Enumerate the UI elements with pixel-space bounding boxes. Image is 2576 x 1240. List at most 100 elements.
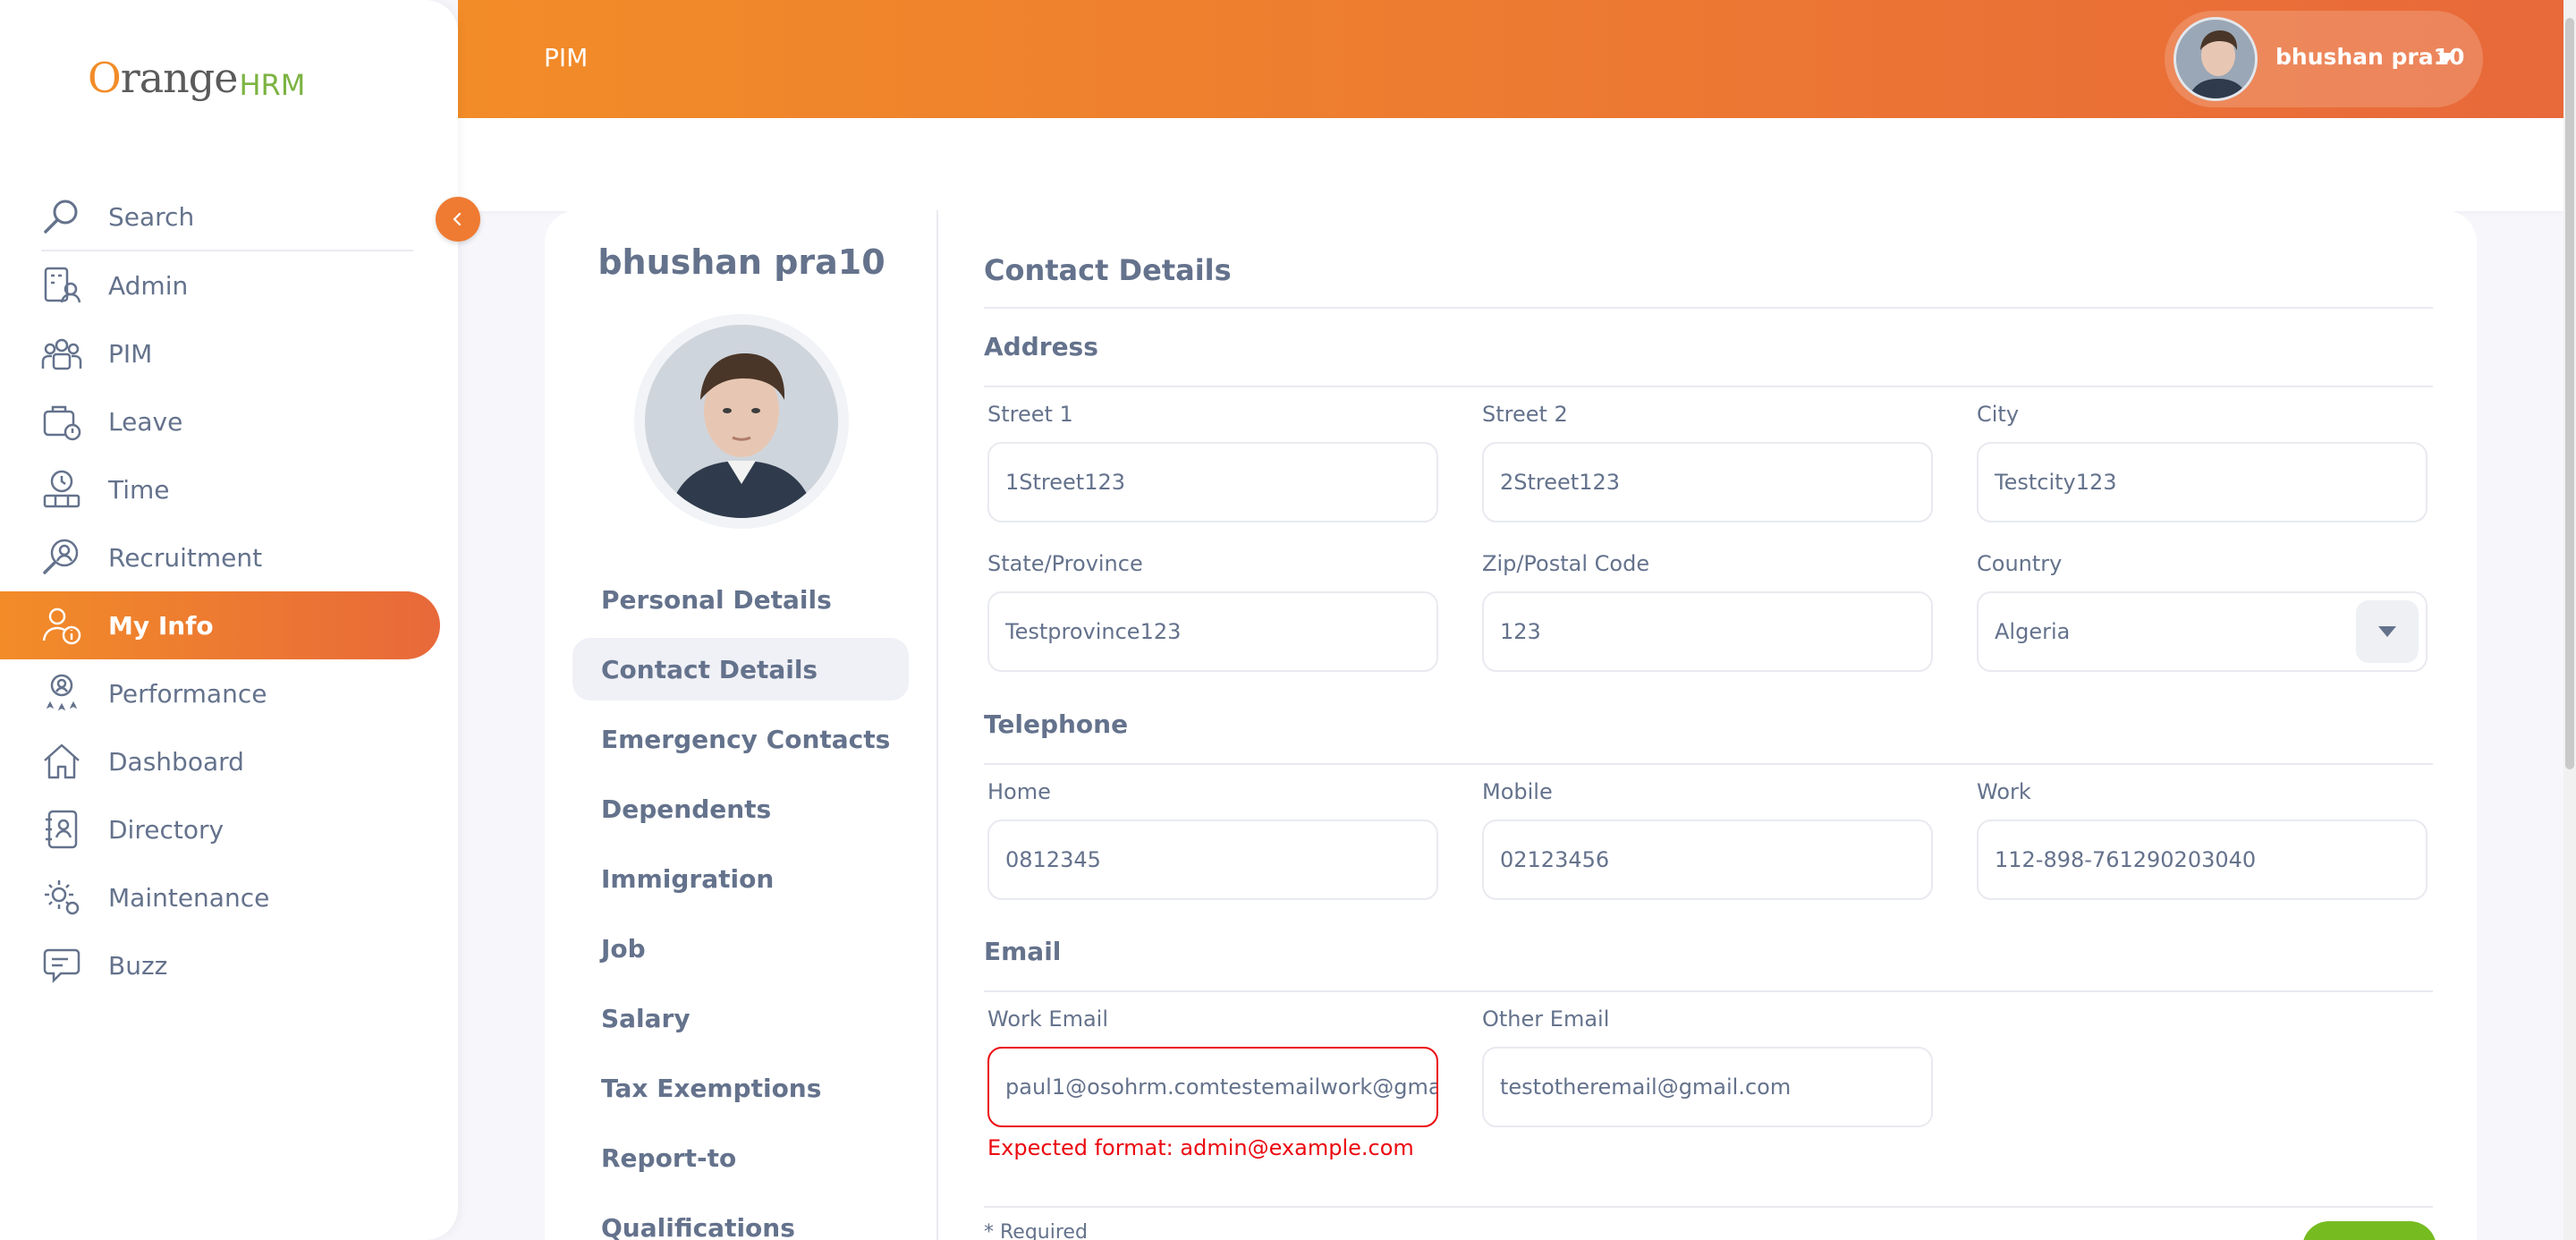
- performance-icon: [46, 674, 78, 711]
- email-heading: Email: [984, 937, 1062, 966]
- search-icon: [44, 200, 78, 234]
- tab-immigration[interactable]: Immigration: [572, 847, 909, 910]
- sidebar-item-maintenance[interactable]: Maintenance: [0, 863, 440, 931]
- top-header: PIM bhushan pra10: [458, 0, 2563, 118]
- sidebar-item-label: Admin: [108, 270, 189, 301]
- tab-report-to[interactable]: Report-to: [572, 1126, 909, 1189]
- home-phone-label: Home: [987, 779, 1051, 804]
- sidebar-item-directory[interactable]: Directory: [0, 795, 440, 863]
- sidebar-collapse-button[interactable]: [436, 197, 480, 242]
- sidebar-item-buzz[interactable]: Buzz: [0, 931, 440, 999]
- country-selected-value: Algeria: [1995, 619, 2071, 644]
- page-title: PIM: [544, 43, 589, 72]
- main-menu: Search Admin PIM Leave Time Recruitment …: [0, 183, 458, 999]
- menu-search[interactable]: Search: [41, 183, 413, 251]
- sidebar-item-dashboard[interactable]: Dashboard: [0, 727, 440, 795]
- tab-personal-details[interactable]: Personal Details: [572, 568, 909, 631]
- sidebar-item-label: My Info: [108, 610, 214, 641]
- directory-icon: [46, 810, 78, 849]
- work-phone-label: Work: [1977, 779, 2031, 804]
- employee-photo[interactable]: [645, 325, 838, 518]
- street2-input[interactable]: 2Street123: [1482, 442, 1933, 522]
- telephone-heading: Telephone: [984, 709, 1129, 739]
- other-email-label: Other Email: [1482, 1006, 1610, 1032]
- sidebar-item-my-info[interactable]: My Info: [0, 591, 440, 659]
- state-input[interactable]: Testprovince123: [987, 591, 1438, 672]
- mobile-phone-label: Mobile: [1482, 779, 1553, 804]
- telephone-divider: [984, 763, 2433, 765]
- sidebar-item-label: Time: [108, 474, 170, 505]
- mobile-phone-input[interactable]: 02123456: [1482, 820, 1933, 900]
- street1-label: Street 1: [987, 402, 1073, 427]
- leave-icon: [43, 405, 81, 441]
- sidebar-item-label: Recruitment: [108, 542, 263, 573]
- search-label: Search: [108, 201, 195, 232]
- save-button[interactable]: [2302, 1221, 2436, 1240]
- user-name: bhushan pra10: [2275, 44, 2465, 70]
- street2-label: Street 2: [1482, 402, 1568, 427]
- admin-icon: [44, 267, 81, 303]
- sidebar-item-label: PIM: [108, 338, 153, 369]
- city-input[interactable]: Testcity123: [1977, 442, 2428, 522]
- sidebar-item-admin[interactable]: Admin: [0, 251, 440, 319]
- zip-label: Zip/Postal Code: [1482, 551, 1650, 576]
- tab-emergency-contacts[interactable]: Emergency Contacts: [572, 708, 909, 770]
- sidebar-item-leave[interactable]: Leave: [0, 387, 440, 455]
- tab-job[interactable]: Job: [572, 917, 909, 980]
- tab-qualifications[interactable]: Qualifications: [572, 1196, 909, 1240]
- buzz-icon: [43, 948, 80, 984]
- caret-down-icon: [2437, 53, 2455, 64]
- sidebar-item-performance[interactable]: Performance: [0, 659, 440, 727]
- logo-text-range: range: [120, 54, 239, 102]
- maintenance-icon: [45, 880, 80, 915]
- work-email-error: Expected format: admin@example.com: [987, 1135, 1414, 1160]
- sidebar-item-label: Leave: [108, 406, 183, 437]
- address-heading: Address: [984, 332, 1098, 361]
- country-label: Country: [1977, 551, 2063, 576]
- top-navigation-bar: [458, 118, 2563, 211]
- other-email-input[interactable]: testotheremail@gmail.com: [1482, 1047, 1933, 1127]
- street1-input[interactable]: 1Street123: [987, 442, 1438, 522]
- tab-contact-details[interactable]: Contact Details: [572, 638, 909, 701]
- logo-text-hrm: HRM: [239, 68, 306, 102]
- scrollbar-thumb[interactable]: [2565, 18, 2574, 769]
- address-divider: [984, 386, 2433, 387]
- employee-sidebar: bhushan pra10 Personal Details Contact D…: [545, 210, 938, 1240]
- state-label: State/Province: [987, 551, 1143, 576]
- logo-letter-o: O: [88, 54, 122, 102]
- user-dropdown[interactable]: bhushan pra10: [2165, 11, 2483, 107]
- sidebar-item-label: Performance: [108, 678, 267, 709]
- work-email-input[interactable]: paul1@osohrm.comtestemailwork@gmail.cc: [987, 1047, 1438, 1127]
- sidebar-item-pim[interactable]: PIM: [0, 319, 440, 387]
- sidebar-item-label: Buzz: [108, 950, 168, 981]
- tab-tax-exemptions[interactable]: Tax Exemptions: [572, 1057, 909, 1119]
- tab-salary[interactable]: Salary: [572, 987, 909, 1049]
- employee-tabs: Personal Details Contact Details Emergen…: [572, 568, 909, 1240]
- home-phone-input[interactable]: 0812345: [987, 820, 1438, 900]
- pim-icon: [41, 338, 82, 370]
- time-icon: [43, 470, 80, 508]
- zip-input[interactable]: 123: [1482, 591, 1933, 672]
- orangehrm-logo[interactable]: Orange HRM: [88, 54, 305, 102]
- sidebar-item-label: Dashboard: [108, 746, 244, 777]
- form-footer-divider: [984, 1206, 2433, 1208]
- work-phone-input[interactable]: 112-898-761290203040: [1977, 820, 2428, 900]
- contact-details-form: Contact Details Address Street 1 1Street…: [938, 210, 2477, 1240]
- sidebar-item-time[interactable]: Time: [0, 455, 440, 523]
- sidebar-item-recruitment[interactable]: Recruitment: [0, 523, 440, 591]
- user-photo: [2176, 20, 2255, 98]
- dashboard-icon: [44, 743, 80, 779]
- country-select[interactable]: Algeria: [1977, 591, 2428, 672]
- sidebar: Orange HRM Search Admin PIM Leave Time Re…: [0, 0, 458, 1240]
- tab-dependents[interactable]: Dependents: [572, 777, 909, 840]
- avatar: [2174, 17, 2258, 101]
- required-note: * Required: [984, 1221, 1088, 1240]
- employee-details-card: bhushan pra10 Personal Details Contact D…: [545, 210, 2477, 1240]
- sidebar-item-label: Directory: [108, 814, 225, 845]
- form-title: Contact Details: [984, 253, 1232, 287]
- sidebar-item-label: Maintenance: [108, 882, 270, 913]
- title-divider: [984, 307, 2433, 309]
- work-email-label: Work Email: [987, 1006, 1108, 1032]
- dropdown-arrow-icon[interactable]: [2356, 600, 2419, 663]
- employee-portrait: [645, 325, 838, 518]
